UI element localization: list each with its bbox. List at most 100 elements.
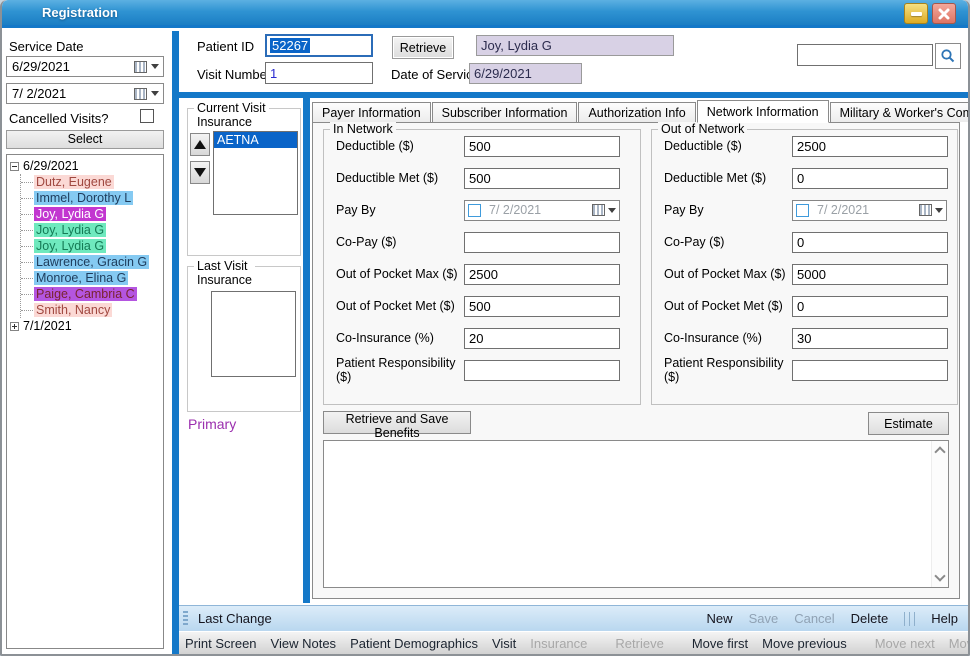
search-input[interactable]: [797, 44, 933, 66]
service-date-start-picker[interactable]: 6/29/2021: [6, 56, 164, 77]
cancelled-visits-checkbox[interactable]: [140, 109, 154, 123]
tree-item-patient[interactable]: Dutz, Eugene: [21, 174, 162, 190]
select-button[interactable]: Select: [6, 130, 164, 149]
service-date-end-value: 7/ 2/2021: [12, 86, 66, 101]
scroll-up-icon[interactable]: [934, 446, 945, 457]
deductible-input[interactable]: [464, 136, 620, 157]
date-of-service-field: 6/29/2021: [469, 63, 582, 84]
patient-responsibility-input[interactable]: [792, 360, 948, 381]
new-button[interactable]: New: [707, 611, 733, 626]
deductible-label: Deductible ($): [336, 139, 464, 153]
tree-node-date[interactable]: 6/29/2021: [8, 158, 162, 174]
field-row: Patient Responsibility ($): [652, 354, 957, 386]
close-icon: [938, 8, 950, 20]
visit-number-field[interactable]: [265, 62, 373, 84]
visit-tree[interactable]: 6/29/2021 Dutz, Eugene Immel, Dorothy L …: [6, 154, 164, 649]
pay-by-datepicker[interactable]: 7/ 2/2021: [464, 200, 620, 221]
last-insurance-listbox[interactable]: [211, 291, 296, 377]
pay-by-datepicker[interactable]: 7/ 2/2021: [792, 200, 947, 221]
print-screen-button[interactable]: Print Screen: [185, 636, 257, 651]
title-bar[interactable]: Registration: [2, 0, 968, 28]
vertical-divider: [303, 98, 310, 603]
co-pay-input[interactable]: [464, 232, 620, 253]
tree-item-patient[interactable]: Joy, Lydia G: [21, 206, 162, 222]
current-insurance-listbox[interactable]: AETNA: [213, 131, 298, 215]
retrieve-save-benefits-button[interactable]: Retrieve and Save Benefits: [323, 411, 471, 434]
co-insurance-input[interactable]: [464, 328, 620, 349]
oop-met-input[interactable]: [464, 296, 620, 317]
retrieve-button[interactable]: Retrieve: [392, 36, 454, 59]
out-of-network-group: Out of Network Deductible ($) Deductible…: [651, 129, 958, 405]
minimize-button[interactable]: [904, 3, 928, 24]
view-notes-button[interactable]: View Notes: [271, 636, 337, 651]
tab-subscriber-information[interactable]: Subscriber Information: [432, 102, 578, 122]
pay-by-label: Pay By: [336, 203, 464, 217]
move-insurance-down-button[interactable]: [190, 161, 210, 184]
tree-item-patient[interactable]: Joy, Lydia G: [21, 222, 162, 238]
help-button[interactable]: Help: [931, 611, 958, 626]
estimate-button[interactable]: Estimate: [868, 412, 949, 435]
primary-label: Primary: [188, 416, 236, 432]
co-pay-input[interactable]: [792, 232, 948, 253]
oop-max-input[interactable]: [464, 264, 620, 285]
patient-demographics-button[interactable]: Patient Demographics: [350, 636, 478, 651]
main-content: Current Visit Insurance AETNA Last Visit…: [179, 98, 968, 603]
deductible-met-input[interactable]: [792, 168, 948, 189]
tab-authorization-info[interactable]: Authorization Info: [578, 102, 695, 122]
search-button[interactable]: [935, 43, 961, 69]
scroll-down-icon[interactable]: [934, 570, 945, 581]
pay-by-checkbox[interactable]: [796, 204, 809, 217]
record-actions: New Save Cancel Delete Help: [707, 611, 958, 626]
deductible-input[interactable]: [792, 136, 948, 157]
patient-name-field: Joy, Lydia G: [476, 35, 674, 56]
chevron-down-icon[interactable]: [151, 64, 159, 69]
tree-date-label: 6/29/2021: [23, 159, 79, 173]
tree-item-patient[interactable]: Smith, Nancy: [21, 302, 162, 318]
patient-responsibility-input[interactable]: [464, 360, 620, 381]
visit-button[interactable]: Visit: [492, 636, 516, 651]
patient-id-field[interactable]: 52267: [265, 34, 373, 57]
benefits-output-area[interactable]: [323, 440, 949, 588]
close-button[interactable]: [932, 3, 956, 24]
move-previous-button[interactable]: Move previous: [762, 636, 847, 651]
tree-item-patient[interactable]: Monroe, Elina G: [21, 270, 162, 286]
tab-network-information[interactable]: Network Information: [697, 100, 829, 123]
move-insurance-up-button[interactable]: [190, 133, 210, 156]
field-row: Co-Insurance (%): [652, 322, 957, 354]
delete-button[interactable]: Delete: [851, 611, 889, 626]
insurance-item-selected[interactable]: AETNA: [214, 132, 297, 148]
chevron-down-icon[interactable]: [608, 208, 616, 213]
tree-node-date[interactable]: 7/1/2021: [8, 318, 162, 334]
oop-max-input[interactable]: [792, 264, 948, 285]
tab-payer-information[interactable]: Payer Information: [312, 102, 431, 122]
tree-item-patient[interactable]: Lawrence, Gracin G: [21, 254, 162, 270]
pay-by-date: 7/ 2/2021: [489, 203, 541, 217]
retrieve-toolbar-button: Retrieve: [615, 636, 663, 651]
service-date-end-picker[interactable]: 7/ 2/2021: [6, 83, 164, 104]
tree-item-patient[interactable]: Immel, Dorothy L: [21, 190, 162, 206]
in-network-title: In Network: [330, 122, 396, 136]
scrollbar[interactable]: [931, 441, 948, 587]
tree-item-patient[interactable]: Joy, Lydia G: [21, 238, 162, 254]
field-row: Co-Pay ($): [652, 226, 957, 258]
chevron-down-icon[interactable]: [151, 91, 159, 96]
move-first-button[interactable]: Move first: [692, 636, 748, 651]
chevron-down-icon[interactable]: [935, 208, 943, 213]
patient-responsibility-label: Patient Responsibility ($): [336, 356, 464, 384]
arrow-up-icon: [194, 140, 206, 149]
field-row: Pay By 7/ 2/2021: [324, 194, 640, 226]
cancelled-visits-label: Cancelled Visits?: [9, 111, 108, 126]
pay-by-checkbox[interactable]: [468, 204, 481, 217]
collapse-icon[interactable]: [10, 162, 19, 171]
tree-item-patient[interactable]: Paige, Cambria C: [21, 286, 162, 302]
deductible-met-input[interactable]: [464, 168, 620, 189]
expand-icon[interactable]: [10, 322, 19, 331]
field-row: Deductible Met ($): [652, 162, 957, 194]
tab-military-workers-comp[interactable]: Military & Worker's Comp: [830, 102, 970, 122]
cancel-button: Cancel: [794, 611, 834, 626]
co-insurance-input[interactable]: [792, 328, 948, 349]
co-insurance-label: Co-Insurance (%): [664, 331, 792, 345]
registration-window: Registration Service Date 6/29/2021 7/ 2…: [0, 0, 970, 656]
oop-met-input[interactable]: [792, 296, 948, 317]
field-row: Out of Pocket Max ($): [652, 258, 957, 290]
